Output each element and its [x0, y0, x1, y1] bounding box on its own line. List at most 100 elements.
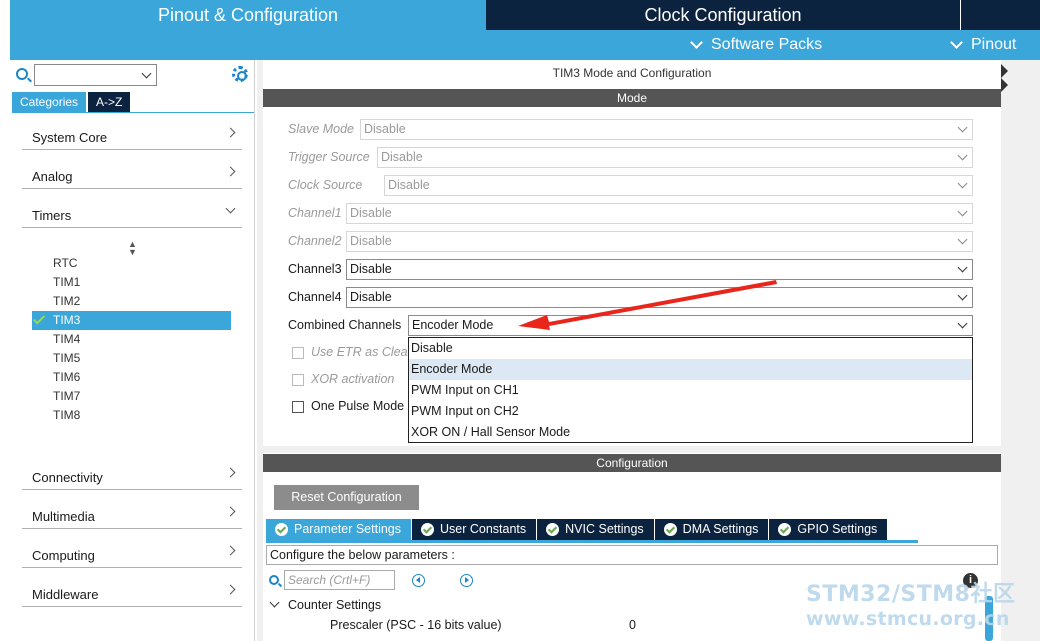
chevron-right-icon [225, 166, 236, 177]
check-circle-icon [421, 523, 434, 536]
dropdown-option-encoder-mode[interactable]: Encoder Mode [409, 359, 972, 380]
category-timers[interactable]: Timers [22, 203, 242, 228]
category-connectivity[interactable]: Connectivity [22, 466, 242, 490]
category-label: Middleware [32, 587, 99, 602]
timer-item-tim7[interactable]: TIM7 [32, 387, 231, 406]
channel4-select[interactable]: Disable [346, 287, 973, 308]
next-result-button[interactable] [460, 574, 473, 587]
channel3-select[interactable]: Disable [346, 259, 973, 280]
trigger-source-select[interactable]: Disable [377, 147, 973, 168]
tab-clock-configuration[interactable]: Clock Configuration [486, 0, 960, 30]
tab-label: Parameter Settings [294, 522, 401, 536]
checkbox-label: One Pulse Mode [311, 399, 405, 413]
channel2-select[interactable]: Disable [346, 231, 973, 252]
search-icon[interactable] [16, 68, 28, 80]
checkbox[interactable] [292, 401, 304, 413]
watermark-line2: www.stmcu.org.cn [806, 608, 1010, 630]
checkbox-one-pulse-mode[interactable]: One Pulse Mode [292, 398, 410, 416]
watermark-line1: STM32/STM8社区 [806, 582, 1016, 607]
collapse-arrow-icon[interactable] [1001, 78, 1008, 92]
arrow-left-icon [416, 577, 420, 583]
combined-channels-select[interactable]: Encoder Mode [408, 315, 973, 336]
check-circle-icon [663, 523, 677, 536]
tab-gpio-settings[interactable]: GPIO Settings [769, 519, 888, 540]
chevron-down-icon[interactable] [269, 597, 280, 608]
tab-user-constants[interactable]: User Constants [412, 519, 537, 540]
dropdown-option-pwm-input-ch2[interactable]: PWM Input on CH2 [409, 401, 972, 422]
timer-label: TIM3 [53, 313, 81, 327]
timer-item-tim3[interactable]: TIM3 [32, 311, 231, 330]
timer-item-tim6[interactable]: TIM6 [32, 368, 231, 387]
tab-dma-settings[interactable]: DMA Settings [654, 519, 769, 540]
software-packs-menu[interactable]: Software Packs [690, 30, 822, 60]
gear-icon[interactable] [232, 66, 248, 82]
pinout-menu[interactable]: Pinout [950, 30, 1017, 60]
channel1-select[interactable]: Disable [346, 203, 973, 224]
select-value: Disable [388, 178, 430, 192]
tab-a-z[interactable]: A->Z [88, 92, 131, 112]
slave-mode-select[interactable]: Disable [360, 119, 973, 140]
dropdown-option-disable[interactable]: Disable [409, 338, 972, 359]
checkbox[interactable] [292, 347, 304, 359]
reset-configuration-button[interactable]: Reset Configuration [274, 485, 419, 510]
tab-extra[interactable] [960, 0, 1040, 30]
watermark: STM32/STM8社区 www.stmcu.org.cn [806, 582, 1036, 632]
param-value[interactable]: 0 [629, 618, 636, 632]
tab-underline [266, 540, 918, 543]
checkbox-use-etr[interactable]: Use ETR as Clea [292, 344, 410, 362]
tab-categories[interactable]: Categories [12, 92, 87, 112]
check-icon [32, 312, 46, 325]
sub-toolbar: Software Packs Pinout [10, 30, 1040, 60]
category-label: Timers [32, 208, 72, 223]
select-value: Disable [350, 234, 392, 248]
dropdown-option-xor-hall[interactable]: XOR ON / Hall Sensor Mode [409, 422, 972, 443]
previous-result-button[interactable] [412, 574, 425, 587]
category-analog[interactable]: Analog [22, 165, 242, 189]
select-value: Disable [381, 150, 423, 164]
clock-source-select[interactable]: Disable [384, 175, 973, 196]
check-circle-icon [778, 523, 792, 536]
configuration-section-header: Configuration [263, 454, 1001, 472]
category-middleware[interactable]: Middleware [22, 583, 242, 607]
counter-settings-group[interactable]: Counter Settings [288, 598, 381, 612]
chevron-right-icon [225, 127, 236, 138]
tab-nvic-settings[interactable]: NVIC Settings [537, 519, 654, 540]
field-combined-channels: Combined Channels Encoder Mode [288, 315, 973, 337]
chevron-down-icon [690, 36, 703, 49]
timer-item-tim4[interactable]: TIM4 [32, 330, 231, 349]
timer-item-tim2[interactable]: TIM2 [32, 292, 231, 311]
chevron-down-icon [957, 206, 968, 217]
chevron-right-icon [225, 467, 236, 478]
category-label: Connectivity [32, 470, 103, 485]
search-icon[interactable] [269, 575, 279, 585]
combined-channels-dropdown: Disable Encoder Mode PWM Input on CH1 PW… [408, 337, 973, 443]
checkbox-xor-activation[interactable]: XOR activation [292, 371, 410, 389]
category-system-core[interactable]: System Core [22, 126, 242, 150]
mode-section-header: Mode [263, 89, 1001, 107]
configuration-tabs: Parameter Settings User Constants NVIC S… [266, 519, 888, 540]
category-multimedia[interactable]: Multimedia [22, 505, 242, 529]
tab-pinout-configuration[interactable]: Pinout & Configuration [10, 0, 486, 30]
category-label: Multimedia [32, 509, 95, 524]
divider [12, 112, 254, 113]
timer-item-rtc[interactable]: RTC [32, 254, 231, 273]
parameter-search-input[interactable]: Search (Crtl+F) [284, 570, 395, 590]
search-combo[interactable] [34, 64, 157, 86]
timer-item-tim5[interactable]: TIM5 [32, 349, 231, 368]
chevron-down-icon [141, 68, 152, 79]
tab-parameter-settings[interactable]: Parameter Settings [266, 519, 411, 540]
field-label: Slave Mode [288, 122, 355, 136]
dropdown-option-pwm-input-ch1[interactable]: PWM Input on CH1 [409, 380, 972, 401]
timer-item-tim8[interactable]: TIM8 [32, 406, 231, 425]
timer-item-tim1[interactable]: TIM1 [32, 273, 231, 292]
select-value: Disable [350, 290, 392, 304]
checkbox[interactable] [292, 374, 304, 386]
select-value: Encoder Mode [412, 318, 494, 332]
pinout-label: Pinout [971, 36, 1017, 53]
tab-label: GPIO Settings [797, 522, 878, 536]
chevron-right-icon [225, 506, 236, 517]
category-computing[interactable]: Computing [22, 544, 242, 568]
arrow-right-icon [465, 577, 469, 583]
check-circle-icon [546, 523, 560, 536]
collapse-arrow-icon[interactable] [1001, 64, 1008, 78]
